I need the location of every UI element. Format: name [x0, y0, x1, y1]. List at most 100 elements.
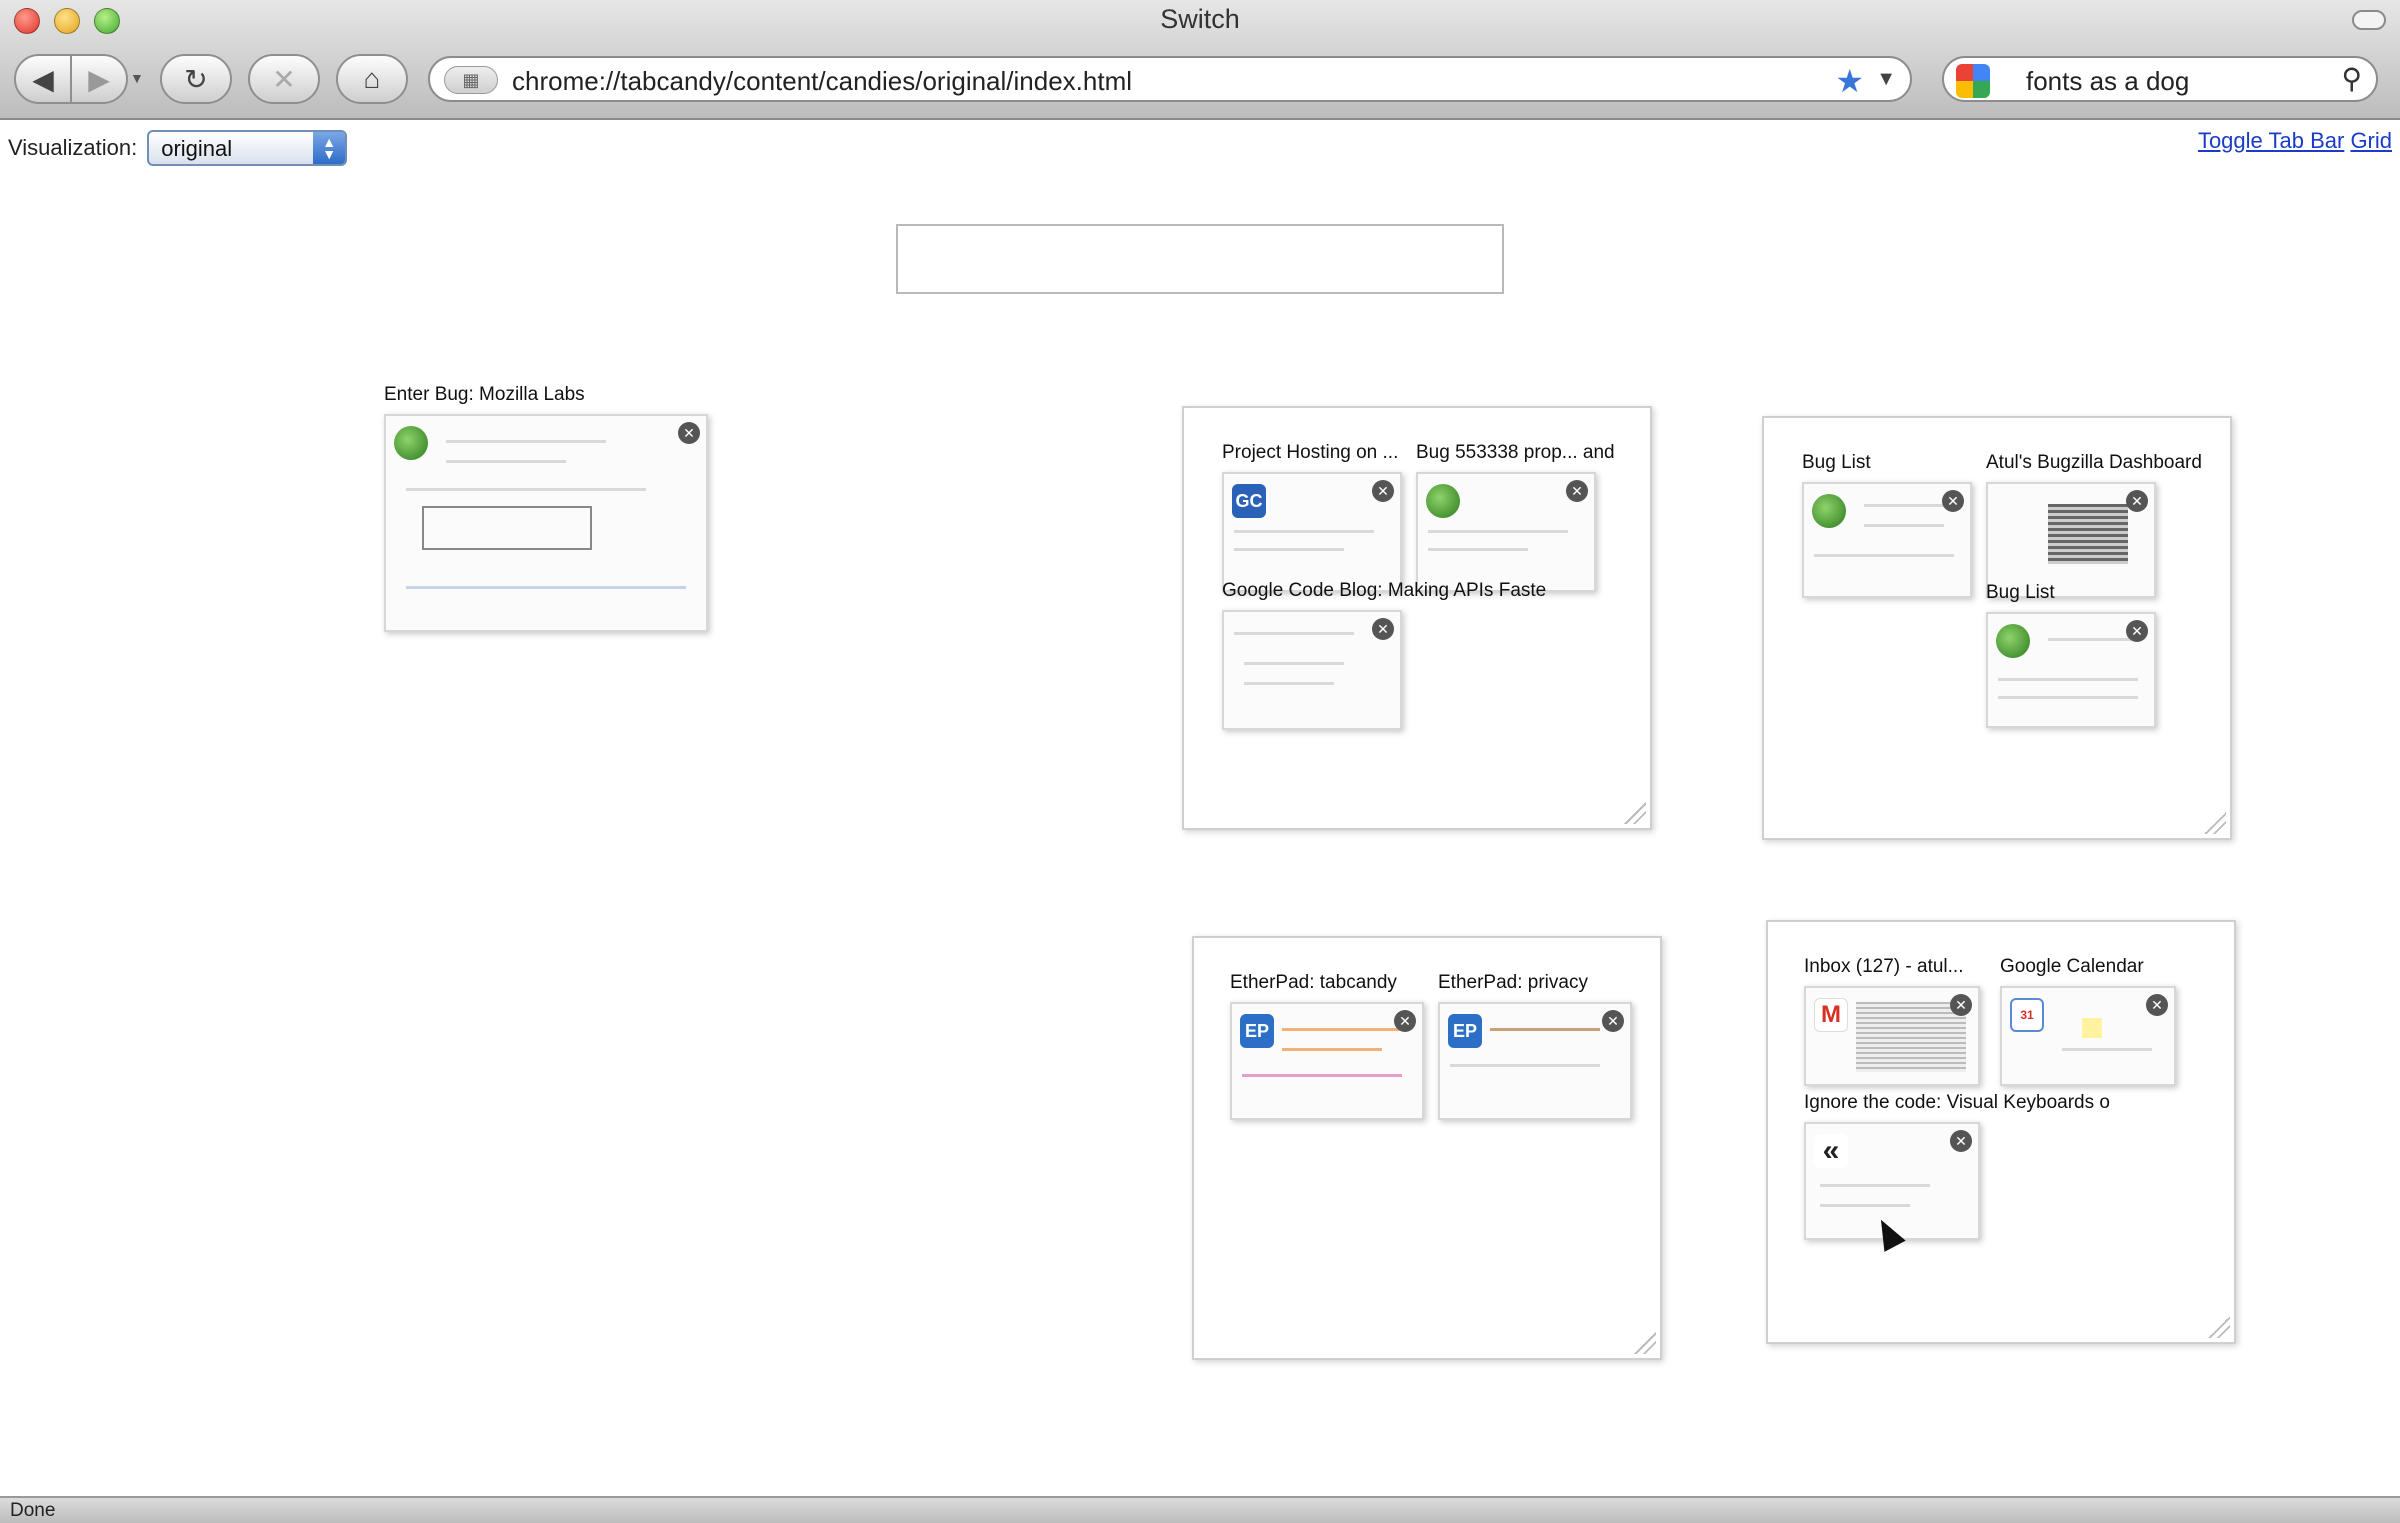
history-dropdown-icon[interactable]: ▼ — [130, 70, 144, 86]
tab-thumbnail: M ✕ — [1804, 986, 1980, 1086]
reload-button[interactable]: ↻ — [160, 54, 232, 104]
bugzilla-favicon-icon — [394, 426, 428, 460]
close-tab-icon[interactable]: ✕ — [678, 422, 700, 444]
tab-title: Project Hosting on ... — [1222, 442, 1399, 463]
window-title: Switch — [1160, 4, 1240, 34]
grid-link[interactable]: Grid — [2350, 128, 2392, 153]
tab-title: Enter Bug: Mozilla Labs — [384, 384, 585, 405]
search-icon[interactable]: ⚲ — [2341, 62, 2362, 95]
tab-thumbnail: 31 ✕ — [2000, 986, 2176, 1086]
close-tab-icon[interactable]: ✕ — [1372, 618, 1394, 640]
status-bar: Done — [0, 1496, 2400, 1523]
close-tab-icon[interactable]: ✕ — [2126, 490, 2148, 512]
tab-enter-bug[interactable]: Enter Bug: Mozilla Labs ✕ — [384, 384, 708, 632]
tab-etherpad-tabcandy[interactable]: EtherPad: tabcandy EP ✕ — [1230, 972, 1424, 1120]
tab-project-hosting[interactable]: Project Hosting on ... GC ✕ — [1222, 442, 1402, 592]
home-icon: ⌂ — [363, 63, 381, 94]
reload-icon: ↻ — [184, 63, 208, 95]
tab-bug-list-2[interactable]: Bug List ✕ — [1986, 582, 2156, 728]
group-resize-handle[interactable] — [2208, 1316, 2230, 1338]
tab-thumbnail: ✕ — [1802, 482, 1972, 598]
tab-title: Ignore the code: Visual Keyboards o — [1804, 1092, 2110, 1113]
close-tab-icon[interactable]: ✕ — [1942, 490, 1964, 512]
back-button[interactable]: ◀ — [14, 54, 72, 104]
tab-thumbnail: GC ✕ — [1222, 472, 1402, 592]
etherpad-favicon-icon: EP — [1240, 1014, 1274, 1048]
tab-group-2[interactable]: Bug List ✕ Atul's Bugzilla Dashboard ✕ B… — [1762, 416, 2232, 840]
top-links: Toggle Tab Bar Grid — [2198, 128, 2392, 154]
visualization-label: Visualization: — [8, 135, 138, 160]
forward-arrow-icon: ▶ — [88, 63, 110, 95]
tab-title: Bug 553338 prop... and — [1416, 442, 1615, 463]
bugzilla-favicon-icon — [1996, 624, 2030, 658]
tab-thumbnail: EP ✕ — [1230, 1002, 1424, 1120]
tab-group-1[interactable]: Project Hosting on ... GC ✕ Bug 553338 p… — [1182, 406, 1652, 830]
tab-bug-553338[interactable]: Bug 553338 prop... and ✕ — [1416, 442, 1615, 592]
tab-title: EtherPad: privacy — [1438, 972, 1588, 993]
tab-google-code-blog[interactable]: Google Code Blog: Making APIs Faste ✕ — [1222, 580, 1546, 730]
close-tab-icon[interactable]: ✕ — [1566, 480, 1588, 502]
bugzilla-favicon-icon — [1812, 494, 1846, 528]
group-resize-handle[interactable] — [2204, 812, 2226, 834]
search-input[interactable]: fonts as a dog — [2026, 66, 2189, 97]
search-engine-icon[interactable] — [1956, 64, 1990, 98]
visualization-value: original — [161, 136, 233, 161]
tab-thumbnail: ✕ — [1986, 612, 2156, 728]
tab-title: Atul's Bugzilla Dashboard — [1986, 452, 2202, 473]
tab-etherpad-privacy[interactable]: EtherPad: privacy EP ✕ — [1438, 972, 1632, 1120]
tab-search-input[interactable] — [896, 224, 1504, 294]
tab-title: Bug List — [1986, 582, 2055, 603]
close-tab-icon[interactable]: ✕ — [1950, 1130, 1972, 1152]
status-text: Done — [10, 1500, 56, 1521]
search-bar[interactable]: fonts as a dog ⚲ — [1942, 56, 2378, 102]
ignore-the-code-favicon-icon: « — [1814, 1134, 1848, 1168]
tab-bugzilla-dashboard[interactable]: Atul's Bugzilla Dashboard ✕ — [1986, 452, 2202, 598]
tab-group-3[interactable]: EtherPad: tabcandy EP ✕ EtherPad: privac… — [1192, 936, 1662, 1360]
group-resize-handle[interactable] — [1634, 1332, 1656, 1354]
tab-thumbnail: EP ✕ — [1438, 1002, 1632, 1120]
group-resize-handle[interactable] — [1624, 802, 1646, 824]
forward-button[interactable]: ▶ — [70, 54, 128, 104]
tab-inbox[interactable]: Inbox (127) - atul... M ✕ — [1804, 956, 1980, 1086]
title-bar: Switch — [0, 0, 2400, 40]
back-arrow-icon: ◀ — [32, 63, 54, 95]
toolbar-toggle-button[interactable] — [2352, 10, 2386, 30]
visualization-select[interactable]: original ▲ ▼ — [147, 130, 348, 166]
google-code-favicon-icon: GC — [1232, 484, 1266, 518]
tab-title: Google Code Blog: Making APIs Faste — [1222, 580, 1547, 601]
stop-button[interactable]: ✕ — [248, 54, 320, 104]
tab-thumbnail: ✕ — [384, 414, 708, 632]
home-button[interactable]: ⌂ — [336, 54, 408, 104]
tab-title: Bug List — [1802, 452, 1871, 473]
tab-group-4[interactable]: Inbox (127) - atul... M ✕ Google Calenda… — [1766, 920, 2236, 1344]
close-tab-icon[interactable]: ✕ — [1950, 994, 1972, 1016]
browser-chrome: Switch ◀ ▶ ▼ ↻ ✕ ⌂ ▦ chrome://tabcandy/c… — [0, 0, 2400, 120]
etherpad-favicon-icon: EP — [1448, 1014, 1482, 1048]
close-tab-icon[interactable]: ✕ — [1394, 1010, 1416, 1032]
close-tab-icon[interactable]: ✕ — [1372, 480, 1394, 502]
calendar-favicon-icon: 31 — [2010, 998, 2044, 1032]
close-tab-icon[interactable]: ✕ — [2146, 994, 2168, 1016]
address-input[interactable]: chrome://tabcandy/content/candies/origin… — [512, 66, 1132, 97]
bugzilla-favicon-icon — [1426, 484, 1460, 518]
tab-google-calendar[interactable]: Google Calendar 31 ✕ — [2000, 956, 2176, 1086]
tab-thumbnail: ✕ — [1416, 472, 1596, 592]
tab-title: EtherPad: tabcandy — [1230, 972, 1397, 993]
stop-icon: ✕ — [272, 63, 296, 95]
bookmark-star-icon[interactable]: ★ — [1835, 62, 1864, 100]
visualization-row: Visualization: original ▲ ▼ — [8, 128, 348, 168]
tab-thumbnail: ✕ — [1222, 610, 1402, 730]
close-tab-icon[interactable]: ✕ — [2126, 620, 2148, 642]
address-bar[interactable]: ▦ chrome://tabcandy/content/candies/orig… — [428, 56, 1912, 102]
close-tab-icon[interactable]: ✕ — [1602, 1010, 1624, 1032]
url-dropdown-icon[interactable]: ▼ — [1876, 68, 1896, 91]
tab-bug-list-1[interactable]: Bug List ✕ — [1802, 452, 1972, 598]
toggle-tab-bar-link[interactable]: Toggle Tab Bar — [2198, 128, 2344, 153]
site-identity-icon[interactable]: ▦ — [444, 66, 498, 94]
navigation-toolbar: ◀ ▶ ▼ ↻ ✕ ⌂ ▦ chrome://tabcandy/content/… — [0, 42, 2400, 118]
select-arrows-icon: ▲ ▼ — [313, 132, 346, 164]
tab-title: Inbox (127) - atul... — [1804, 956, 1964, 977]
gmail-favicon-icon: M — [1814, 998, 1848, 1032]
tab-title: Google Calendar — [2000, 956, 2144, 977]
tab-thumbnail: ✕ — [1986, 482, 2156, 598]
